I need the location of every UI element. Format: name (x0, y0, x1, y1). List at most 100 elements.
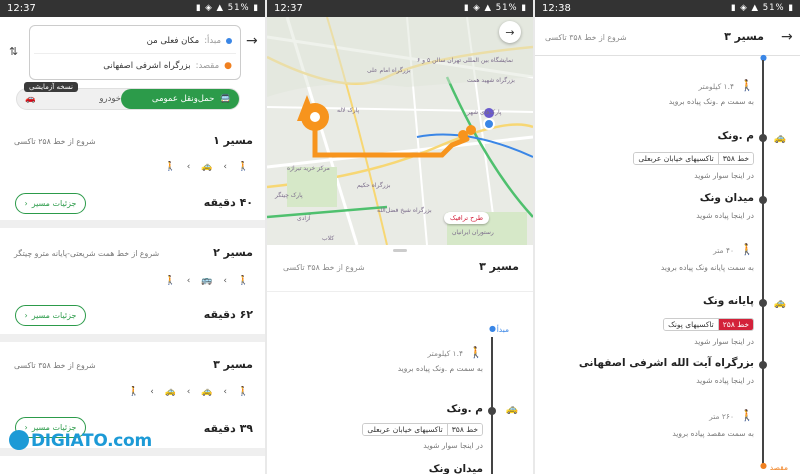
swap-icon[interactable]: ⇅ (9, 45, 18, 58)
mode-car-tab[interactable]: خودرو 🚗 (25, 89, 121, 109)
walk-distance: ۱.۴ کیلومتر (698, 82, 734, 91)
timeline-end-label: مقصد (769, 463, 788, 472)
route-details-button[interactable]: جزئیات مسیر ‹ (15, 193, 86, 214)
line-name: تاکسیهای خیابان عربعلی (363, 424, 447, 435)
route-subtitle: شروع از خط همت شریعتی-پایانه مترو چیتگر (14, 249, 160, 258)
route-details-label: جزئیات مسیر (31, 311, 77, 320)
map-label: کلاب (322, 235, 335, 242)
taxi-icon: 🚕 (773, 133, 786, 144)
map-label: بزرگراه شهید همت (467, 77, 515, 84)
back-arrow-icon[interactable]: → (246, 33, 258, 49)
line-number: خط ۳۵۸ (446, 424, 482, 435)
taxi-icon: 🚕 (773, 298, 786, 309)
route-title: مسیر ۳ (724, 30, 764, 43)
map-label: مرکز خرید تیراژه (287, 165, 330, 172)
origin-dot-icon (226, 38, 232, 44)
route-duration: ۶۲ دقیقه (203, 308, 253, 321)
origin-field[interactable]: مبدأ: مکان فعلی من (34, 30, 232, 52)
back-arrow-icon[interactable]: → (781, 29, 793, 45)
walk-instruction: به سمت م .ونک پیاده بروید (397, 364, 483, 373)
walk-icon: 🚶 (740, 243, 754, 256)
walk-distance: ۱.۴ کیلومتر (427, 349, 463, 358)
car-icon: 🚗 (25, 94, 36, 104)
line-number: خط ۲۵۸ (717, 319, 753, 330)
walk-instruction: به سمت پایانه ونک پیاده بروید (660, 263, 754, 272)
route-duration: ۳۹ دقیقه (203, 422, 253, 435)
origin-value: مکان فعلی من (146, 36, 200, 46)
map-label: پارک لاله (337, 107, 360, 114)
route-steps-icons: 🚶 ‹ 🚕 ‹ 🚶 (164, 162, 253, 172)
route-details-label: جزئیات مسیر (31, 199, 77, 208)
route-subtitle: شروع از خط ۳۵۸ تاکسی (283, 263, 365, 272)
route-card-1[interactable]: مسیر ۱ شروع از خط ۲۵۸ تاکسی 🚶 ‹ 🚕 ‹ 🚶 ۴۰… (0, 118, 265, 228)
mode-transit-label: حمل‌ونقل عمومی (151, 94, 215, 104)
signal-icon: ▮ ◈ ▲ (195, 3, 228, 13)
map-label: بزرگراه امام علی (367, 67, 411, 74)
walk-icon: 🚶 (469, 346, 483, 359)
route-title: مسیر ۳ (479, 260, 519, 273)
route-details-button[interactable]: جزئیات مسیر ‹ (15, 305, 86, 326)
route-title: مسیر ۱ (213, 134, 253, 147)
sheet-handle[interactable] (393, 249, 407, 252)
route-title: مسیر ۲ (213, 246, 253, 259)
walk-instruction: به سمت م .ونک پیاده بروید (668, 97, 754, 106)
line-chip: خط ۳۵۸ تاکسیهای خیابان عربعلی (633, 152, 754, 165)
mode-car-label: خودرو (99, 94, 121, 104)
route-detail-sheet: مسیر ۳ شروع از خط ۳۵۸ تاکسی مبدأ ● 🚶 ۱.۴… (267, 245, 533, 474)
back-arrow-icon: → (505, 25, 515, 39)
battery-icon: ▮ (517, 3, 527, 13)
line-chip: خط ۲۵۸ تاکسیهای پونک (663, 318, 754, 331)
status-time: 12:37 (274, 3, 303, 14)
route-options-panel: 12:37 ▮ ◈ ▲ 51% ▮ → ⇅ مبدأ: مکان فعلی من… (0, 0, 265, 474)
bus-icon: 🚍 (220, 94, 231, 104)
timeline-start-label: مبدأ (496, 325, 509, 334)
alight-instruction: در اینجا پیاده شوید (696, 211, 754, 220)
board-instruction: در اینجا سوار شوید (423, 441, 483, 450)
walk-instruction: به سمت مقصد پیاده بروید (672, 429, 754, 438)
taxi-icon: 🚕 (505, 404, 518, 415)
chevron-left-icon: ‹ (24, 199, 28, 208)
route-steps-icons: 🚶 ‹ 🚕 ‹ 🚕 ‹ 🚶 (128, 387, 253, 397)
status-time: 12:38 (542, 3, 571, 14)
chevron-left-icon: ‹ (24, 311, 28, 320)
mode-transit-tab[interactable]: 🚍 حمل‌ونقل عمومی (121, 89, 239, 109)
route-subtitle: شروع از خط ۲۵۸ تاکسی (14, 137, 96, 146)
line-name: تاکسیهای خیابان عربعلی (634, 153, 718, 164)
status-bar: 12:37 ▮ ◈ ▲ 51% ▮ (0, 0, 265, 17)
stop-name: م .ونک (446, 403, 483, 415)
beta-badge: نسخه آزمایشی (24, 82, 78, 92)
map-label: پارک چیتگر (275, 192, 303, 199)
map-view[interactable]: نمایشگاه بین المللی تهران سالن ۵ و ۶ بزر… (267, 17, 533, 245)
walk-distance: ۲۶۰ متر (709, 412, 734, 421)
line-name: تاکسیهای پونک (664, 319, 718, 330)
search-box: مبدأ: مکان فعلی من ● مقصد: بزرگراه اشرفی… (29, 25, 241, 80)
back-button[interactable]: → (499, 21, 521, 43)
route-title: مسیر ۳ (213, 358, 253, 371)
battery-icon: ▮ (784, 3, 794, 13)
traffic-zone-button[interactable]: طرح ترافیک (444, 212, 490, 224)
map-label: نمایشگاه بین المللی تهران سالن ۵ و ۶ (417, 57, 514, 64)
walk-icon: 🚶 (740, 79, 754, 92)
stop-name: میدان ونک (699, 192, 754, 204)
route-map-panel: 12:37 ▮ ◈ ▲ 51% ▮ نمایشگاه بین المللی ته… (267, 0, 533, 474)
route-card-2[interactable]: مسیر ۲ شروع از خط همت شریعتی-پایانه مترو… (0, 232, 265, 342)
status-bar: 12:38 ▮ ◈ ▲ 51% ▮ (535, 0, 800, 17)
line-number: خط ۳۵۸ (717, 153, 753, 164)
map-label: بزرگراه حکیم (357, 182, 391, 189)
battery-level: 51% (762, 3, 785, 13)
map-label: بزرگراه شیخ فضل‌الله (377, 207, 432, 214)
stop-name: م .ونک (717, 130, 754, 142)
stop-name: پایانه ونک (703, 295, 754, 307)
route-subtitle: شروع از خط ۳۵۸ تاکسی (545, 33, 627, 42)
map-label: پارک‌های شهر (467, 109, 502, 116)
signal-icon: ▮ ◈ ▲ (730, 3, 763, 13)
board-instruction: در اینجا سوار شوید (694, 171, 754, 180)
stop-name: بزرگراه آیت الله اشرفی اصفهانی (578, 357, 754, 369)
digiato-logo: DIGIATO.com (9, 430, 152, 451)
destination-pin-icon: ● (224, 61, 232, 71)
alight-instruction: در اینجا پیاده شوید (696, 376, 754, 385)
destination-field[interactable]: ● مقصد: بزرگراه اشرفی اصفهانی (34, 55, 232, 77)
origin-label: مبدأ: (204, 36, 221, 46)
stop-name: میدان ونک (428, 463, 483, 474)
battery-level: 51% (227, 3, 250, 13)
